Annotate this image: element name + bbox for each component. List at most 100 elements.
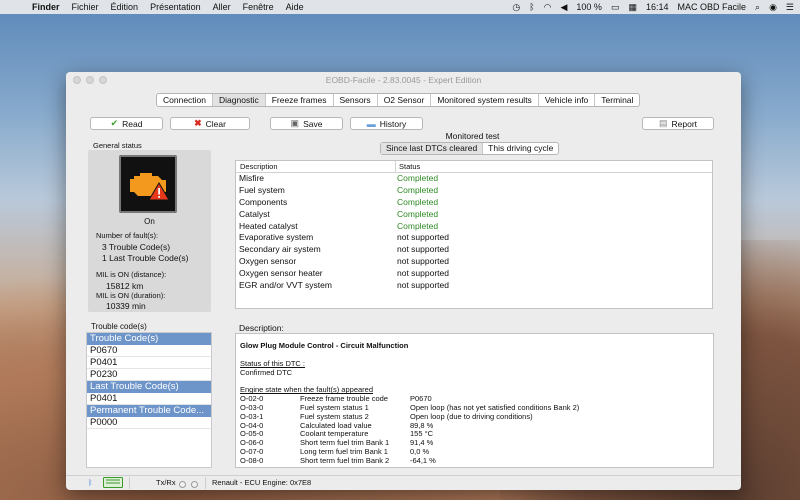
- history-button[interactable]: ▬ History: [350, 117, 423, 130]
- read-button-label: Read: [122, 118, 143, 129]
- interface-icon: [103, 477, 123, 490]
- list-item[interactable]: P0000: [87, 417, 211, 429]
- list-group-header[interactable]: Last Trouble Code(s): [87, 381, 211, 393]
- ecu-info: Renault - ECU Engine: 0x7E8: [212, 478, 312, 487]
- zoom-window-button[interactable]: [99, 76, 107, 84]
- monitored-test-title: Monitored test: [445, 131, 500, 141]
- tab-vehicle-info[interactable]: Vehicle info: [539, 94, 596, 106]
- save-icon: ▣: [290, 118, 300, 128]
- description-panel[interactable]: Glow Plug Module Control - Circuit Malfu…: [235, 333, 714, 468]
- clear-button-label: Clear: [205, 118, 226, 129]
- tab-diagnostic[interactable]: Diagnostic: [213, 94, 266, 106]
- volume-icon[interactable]: ◀: [560, 2, 567, 13]
- table-row[interactable]: EGR and/or VVT system not supported: [236, 280, 712, 292]
- menu-fichier[interactable]: Fichier: [66, 2, 105, 12]
- wifi-icon[interactable]: ◠: [544, 2, 552, 13]
- mil-state: On: [144, 217, 155, 226]
- mil-duration-label: MIL is ON (duration):: [96, 291, 166, 300]
- menubar-time[interactable]: 16:14: [646, 2, 669, 12]
- list-item[interactable]: P0670: [87, 345, 211, 357]
- menubar-user[interactable]: MAC OBD Facile: [678, 2, 747, 12]
- table-row[interactable]: Components Completed: [236, 197, 712, 209]
- table-row[interactable]: Heated catalyst Completed: [236, 221, 712, 233]
- table-row[interactable]: Oxygen sensor not supported: [236, 256, 712, 268]
- row-status: Completed: [397, 208, 439, 219]
- table-row[interactable]: Misfire Completed: [236, 173, 712, 185]
- menu-finder[interactable]: Finder: [26, 2, 66, 12]
- segment-since-last-dtcs-cleared[interactable]: Since last DTCs cleared: [381, 143, 484, 154]
- menu-aide[interactable]: Aide: [280, 2, 310, 12]
- description-label: Description:: [239, 323, 284, 333]
- tab-sensors[interactable]: Sensors: [334, 94, 378, 106]
- trouble-codes-label: Trouble code(s): [91, 322, 147, 331]
- siri-icon[interactable]: ◉: [769, 2, 777, 13]
- row-description: Heated catalyst: [239, 220, 298, 231]
- row-description: Secondary air system: [239, 244, 321, 255]
- row-description: Catalyst: [239, 208, 270, 219]
- table-row[interactable]: Catalyst Completed: [236, 209, 712, 221]
- tab-o2-sensor[interactable]: O2 Sensor: [378, 94, 432, 106]
- column-header-status[interactable]: Status: [396, 161, 420, 172]
- save-button[interactable]: ▣ Save: [270, 117, 343, 130]
- table-row[interactable]: Fuel system Completed: [236, 185, 712, 197]
- bluetooth-icon[interactable]: ᛒ: [529, 2, 534, 12]
- freeze-frame-row: O-08-0 Short term fuel trim Bank 2 -64,1 %: [240, 455, 709, 466]
- table-row[interactable]: Oxygen sensor heater not supported: [236, 268, 712, 280]
- table-row[interactable]: Secondary air system not supported: [236, 244, 712, 256]
- row-description: EGR and/or VVT system: [239, 280, 332, 291]
- input-flag-icon[interactable]: ▦: [628, 2, 637, 13]
- list-group-header[interactable]: Trouble Code(s): [87, 333, 211, 345]
- history-button-label: History: [379, 118, 407, 129]
- status-bar: ᛒ Tx/Rx Renault - ECU Engine: 0x7E8: [66, 475, 741, 490]
- window-title: EOBD-Facile - 2.83.0045 - Expert Edition: [325, 75, 482, 85]
- table-row[interactable]: Evaporative system not supported: [236, 232, 712, 244]
- list-item[interactable]: P0230: [87, 369, 211, 381]
- list-item[interactable]: P0401: [87, 393, 211, 405]
- rx-led-icon: [191, 479, 198, 488]
- mil-duration-value: 10339 min: [106, 301, 146, 311]
- trouble-codes-list: Trouble Code(s) P0670 P0401 P0230 Last T…: [86, 332, 212, 468]
- report-button[interactable]: ▤ Report: [642, 117, 714, 130]
- read-button[interactable]: ✔ Read: [90, 117, 163, 130]
- row-status: not supported: [397, 280, 449, 291]
- pid-id: O-08-0: [240, 455, 264, 465]
- spotlight-search-icon[interactable]: ⌕: [755, 2, 760, 13]
- tab-freeze-frames[interactable]: Freeze frames: [266, 94, 334, 106]
- menu-presentation[interactable]: Présentation: [144, 2, 207, 12]
- menu-fenetre[interactable]: Fenêtre: [237, 2, 280, 12]
- segment-this-driving-cycle[interactable]: This driving cycle: [483, 143, 558, 154]
- dtc-status-value: Confirmed DTC: [240, 367, 293, 377]
- close-window-button[interactable]: [73, 76, 81, 84]
- notification-center-icon[interactable]: ☰: [786, 2, 794, 13]
- row-status: not supported: [397, 232, 449, 243]
- title-bar: EOBD-Facile - 2.83.0045 - Expert Edition: [66, 72, 741, 88]
- row-status: not supported: [397, 244, 449, 255]
- tab-terminal[interactable]: Terminal: [595, 94, 639, 106]
- menu-aller[interactable]: Aller: [207, 2, 237, 12]
- tab-connection[interactable]: Connection: [157, 94, 214, 106]
- row-status: Completed: [397, 196, 439, 207]
- time-machine-icon[interactable]: ◷: [512, 2, 520, 13]
- tab-monitored-system-results[interactable]: Monitored system results: [431, 94, 539, 106]
- mil-distance-label: MIL is ON (distance):: [96, 270, 167, 279]
- pid-name: Short term fuel trim Bank 2: [300, 455, 390, 465]
- list-group-header[interactable]: Permanent Trouble Code...: [87, 405, 211, 417]
- minimize-window-button[interactable]: [86, 76, 94, 84]
- clear-button[interactable]: ✖ Clear: [170, 117, 250, 130]
- row-status: Completed: [397, 184, 439, 195]
- report-icon: ▤: [658, 118, 668, 128]
- faults-count-label: Number of fault(s):: [96, 231, 159, 240]
- last-trouble-codes-count: 1 Last Trouble Code(s): [102, 253, 189, 263]
- battery-icon[interactable]: ▭: [611, 2, 620, 13]
- row-description: Fuel system: [239, 184, 285, 195]
- row-description: Oxygen sensor heater: [239, 268, 323, 279]
- mil-distance-value: 15812 km: [106, 281, 144, 291]
- menu-edition[interactable]: Édition: [105, 2, 145, 12]
- list-item[interactable]: P0401: [87, 357, 211, 369]
- engine-warning-icon: [130, 173, 170, 201]
- pid-value: -64,1 %: [410, 455, 436, 465]
- column-header-description[interactable]: Description: [236, 161, 396, 172]
- main-tabs: Connection Diagnostic Freeze frames Sens…: [156, 93, 641, 107]
- check-engine-light: [119, 155, 177, 213]
- monitored-test-table: Description Status Misfire Completed Fuel…: [235, 160, 713, 309]
